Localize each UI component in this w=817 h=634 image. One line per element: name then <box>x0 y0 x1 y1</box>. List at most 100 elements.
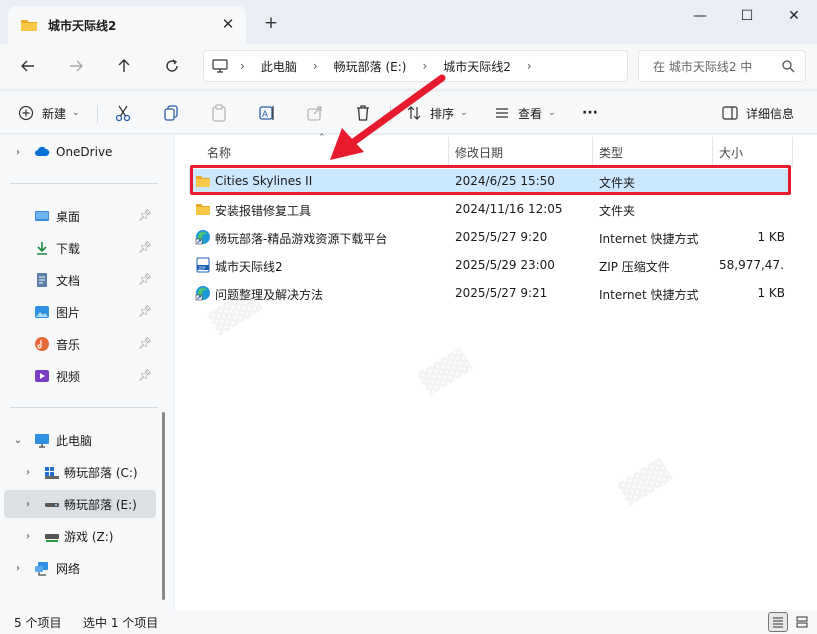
sidebar-item-desktop[interactable]: 桌面 📌︎ <box>4 202 156 230</box>
forward-button[interactable] <box>64 54 88 78</box>
file-size: 1 KB <box>757 230 785 244</box>
sidebar-item-drive-e[interactable]: › 畅玩部落 (E:) <box>4 490 156 518</box>
videos-icon <box>35 370 49 382</box>
pin-icon: 📌︎ <box>138 209 152 222</box>
sidebar-item-this-pc[interactable]: ⌄ 此电脑 <box>4 426 156 454</box>
computer-icon <box>212 59 228 73</box>
sidebar-item-label: 图片 <box>56 305 81 320</box>
sidebar-item-documents[interactable]: 文档 📌︎ <box>4 266 156 294</box>
file-date: 2025/5/27 9:21 <box>455 286 548 300</box>
new-button[interactable]: 新建 ⌄ <box>18 101 80 125</box>
sidebar-item-pictures[interactable]: 图片 📌︎ <box>4 298 156 326</box>
file-type: ZIP 压缩文件 <box>599 260 670 274</box>
sidebar-item-label: 畅玩部落 (E:) <box>64 497 137 512</box>
file-row-fix-tool[interactable]: 安装报错修复工具 2024/11/16 12:05 文件夹 <box>189 197 789 221</box>
history-dropdown-chevron[interactable]: › <box>515 59 544 73</box>
up-button[interactable] <box>112 54 136 78</box>
column-divider[interactable] <box>592 137 593 167</box>
chevron-down-icon: ⌄ <box>460 108 468 118</box>
file-date: 2025/5/27 9:20 <box>455 230 548 244</box>
sidebar-item-drive-z[interactable]: › 游戏 (Z:) <box>4 522 156 550</box>
plus-circle-icon <box>18 105 34 121</box>
chevron-down-icon[interactable]: ⌄ <box>12 435 24 446</box>
sidebar-item-drive-c[interactable]: › 畅玩部落 (C:) <box>4 458 156 486</box>
tiles-view-icon <box>796 616 808 628</box>
view-button[interactable]: 查看 ⌄ <box>494 101 556 125</box>
file-name: 城市天际线2 <box>215 260 283 274</box>
paste-button[interactable] <box>210 101 228 125</box>
network-drive-icon <box>45 534 59 542</box>
desktop-icon <box>35 211 49 221</box>
sidebar-item-network[interactable]: › 网络 <box>4 554 156 582</box>
more-options-button[interactable]: ··· <box>582 101 598 125</box>
sidebar-item-onedrive[interactable]: › OneDrive <box>4 138 156 166</box>
svg-text:ZIP: ZIP <box>199 265 206 270</box>
annotation-highlight-box <box>190 165 791 195</box>
back-button[interactable] <box>16 54 40 78</box>
file-row-zip-archive[interactable]: ZIP 城市天际线2 2025/5/29 23:00 ZIP 压缩文件 58,9… <box>189 253 789 277</box>
sidebar-item-label: 游戏 (Z:) <box>64 529 114 544</box>
search-input[interactable]: 在 城市天际线2 中 <box>638 50 806 82</box>
column-divider[interactable] <box>792 137 793 167</box>
chevron-right-icon[interactable]: › <box>22 499 34 510</box>
column-divider[interactable] <box>712 137 713 167</box>
file-name: 问题整理及解决方法 <box>215 288 324 302</box>
chevron-right-icon[interactable]: › <box>12 147 24 158</box>
sidebar-item-label: 文档 <box>56 273 81 288</box>
sidebar-item-videos[interactable]: 视频 📌︎ <box>4 362 156 390</box>
chevron-right-icon[interactable]: › <box>12 563 24 574</box>
tab-current[interactable]: 城市天际线2 ✕ <box>8 6 246 44</box>
file-row-site-shortcut[interactable]: 畅玩部落-精品游戏资源下载平台 2025/5/27 9:20 Internet … <box>189 225 789 249</box>
details-view-button[interactable] <box>768 612 788 632</box>
sidebar-item-label: OneDrive <box>56 145 113 159</box>
tiles-view-button[interactable] <box>792 612 812 632</box>
folder-icon <box>196 204 210 215</box>
pin-icon: 📌︎ <box>138 305 152 318</box>
pin-icon: 📌︎ <box>138 273 152 286</box>
chevron-right-icon[interactable]: › <box>22 531 34 542</box>
folder-icon <box>21 20 37 31</box>
documents-icon <box>37 273 47 287</box>
chevron-right-icon[interactable]: › <box>22 467 34 478</box>
sidebar-item-label: 下载 <box>56 241 81 256</box>
close-window-button[interactable]: ✕ <box>774 4 814 28</box>
pin-icon: 📌︎ <box>138 369 152 382</box>
minimize-button[interactable]: — <box>680 4 720 28</box>
maximize-button[interactable]: ☐ <box>727 4 767 28</box>
tab-title: 城市天际线2 <box>48 18 117 33</box>
details-pane-button[interactable]: 详细信息 <box>722 101 794 125</box>
new-tab-button[interactable]: + <box>262 13 280 33</box>
details-pane-icon <box>722 106 738 120</box>
chevron-down-icon: ⌄ <box>548 108 556 118</box>
column-header-size[interactable]: 大小 <box>719 141 743 163</box>
item-count: 5 个项目 <box>14 616 62 630</box>
file-row-faq-shortcut[interactable]: 问题整理及解决方法 2025/5/27 9:21 Internet 快捷方式 1… <box>189 281 789 305</box>
refresh-button[interactable] <box>160 54 184 78</box>
file-date: 2025/5/29 23:00 <box>455 258 555 272</box>
search-icon <box>782 60 795 73</box>
sidebar-item-label: 畅玩部落 (C:) <box>64 465 138 480</box>
breadcrumb-current-folder[interactable]: 城市天际线2 <box>439 58 515 75</box>
copy-icon <box>164 105 178 121</box>
cut-button[interactable] <box>114 101 132 125</box>
chevron-down-icon: ⌄ <box>72 108 80 118</box>
computer-icon <box>35 434 49 448</box>
breadcrumb-this-pc[interactable]: 此电脑 <box>257 58 301 75</box>
windows-drive-icon <box>45 467 59 479</box>
copy-button[interactable] <box>162 101 180 125</box>
sidebar-divider <box>10 407 158 408</box>
column-header-type[interactable]: 类型 <box>599 141 623 163</box>
sidebar-item-label: 音乐 <box>56 337 81 352</box>
annotation-arrow-icon <box>330 74 446 160</box>
rename-button[interactable]: A <box>258 101 276 125</box>
sidebar-item-music[interactable]: 音乐 📌︎ <box>4 330 156 358</box>
close-tab-button[interactable]: ✕ <box>220 15 236 33</box>
column-header-date[interactable]: 修改日期 <box>455 141 503 163</box>
clipboard-icon <box>212 104 226 122</box>
arrow-right-icon <box>70 60 83 72</box>
download-icon <box>37 242 47 255</box>
column-header-name[interactable]: 名称 <box>207 141 231 163</box>
sidebar-scrollbar[interactable] <box>162 412 165 600</box>
sidebar-item-label: 视频 <box>56 369 81 384</box>
sidebar-item-downloads[interactable]: 下载 📌︎ <box>4 234 156 262</box>
